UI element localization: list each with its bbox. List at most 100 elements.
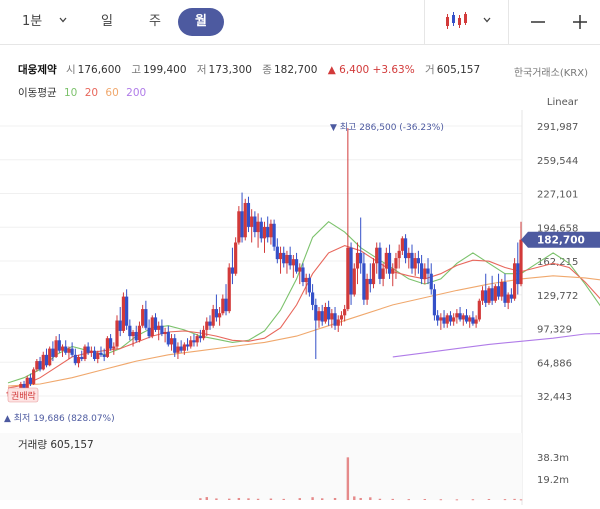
volume-bar xyxy=(519,499,523,501)
candle-body xyxy=(205,321,209,330)
candle-body xyxy=(144,309,148,328)
candle-body xyxy=(131,331,135,337)
candle-body xyxy=(516,263,520,285)
candle-body xyxy=(323,306,328,322)
candle-body xyxy=(375,247,379,264)
candle-body xyxy=(480,290,485,301)
volume-bar xyxy=(269,498,273,500)
volume-bar xyxy=(311,497,314,500)
candle-body xyxy=(153,317,158,330)
volume-bar xyxy=(513,498,516,500)
volume-bar xyxy=(487,498,491,500)
candle-body xyxy=(262,226,267,239)
current-price-label: 182,700 xyxy=(537,235,585,247)
candle-body xyxy=(384,252,388,269)
candle-body xyxy=(378,247,382,279)
candle-body xyxy=(44,354,49,366)
candle-body xyxy=(83,346,87,360)
candle-body xyxy=(118,320,122,331)
volume-tick-label: 38.3m xyxy=(537,453,569,464)
candle-body xyxy=(477,300,481,320)
candle-body xyxy=(128,325,132,337)
candle-body xyxy=(343,309,347,316)
candle-body xyxy=(474,319,478,324)
candle-body xyxy=(256,221,260,233)
y-tick-label: 129,772 xyxy=(537,291,578,302)
candle-body xyxy=(185,344,190,347)
candle-body xyxy=(294,259,299,272)
candle-body xyxy=(352,268,356,295)
candle-body xyxy=(464,315,469,322)
candle-body xyxy=(240,211,244,238)
candle-body xyxy=(452,317,456,322)
candle-body xyxy=(89,350,93,353)
candle-body xyxy=(381,268,385,279)
candle-body xyxy=(272,223,276,247)
candle-body xyxy=(22,383,26,389)
candle-body xyxy=(407,252,411,259)
candle-body xyxy=(410,252,414,269)
candle-body xyxy=(468,317,472,322)
candle-body xyxy=(458,313,462,320)
candle-body xyxy=(455,313,459,318)
candle-body xyxy=(35,361,39,370)
candle-body xyxy=(246,202,251,227)
candle-body xyxy=(439,317,443,321)
candle-body xyxy=(102,354,106,357)
candle-body xyxy=(355,252,360,269)
candle-body xyxy=(387,252,392,274)
candle-body xyxy=(221,298,225,314)
candle-body xyxy=(64,346,68,353)
candle-body xyxy=(349,247,353,295)
candle-body xyxy=(429,273,433,290)
candle-body xyxy=(201,329,206,339)
candle-body xyxy=(230,267,235,274)
candle-body xyxy=(234,242,238,274)
ma-line-20 xyxy=(7,245,600,389)
candle-body xyxy=(96,352,100,360)
volume-bar xyxy=(471,499,475,501)
candle-body xyxy=(423,268,427,279)
volume-title: 거래량 605,157 xyxy=(18,439,94,451)
candle-body xyxy=(176,346,180,353)
volume-bar xyxy=(205,497,208,500)
volume-bar xyxy=(455,499,459,501)
volume-bar xyxy=(228,498,231,500)
min-price-annotation: ▲ 최저 19,686 (828.07%) xyxy=(4,413,115,424)
candle-body xyxy=(288,254,292,266)
candle-body xyxy=(333,313,337,326)
candle-body xyxy=(147,327,151,337)
candle-body xyxy=(304,277,308,283)
candle-body xyxy=(115,320,119,347)
candle-body xyxy=(301,267,305,283)
candle-body xyxy=(413,258,417,269)
candle-body xyxy=(416,258,420,264)
candle-body xyxy=(512,263,517,299)
candle-body xyxy=(67,348,71,353)
candle-body xyxy=(150,317,154,337)
candle-body xyxy=(32,369,36,384)
candle-body xyxy=(125,296,129,326)
y-tick-label: 259,544 xyxy=(537,156,578,167)
candle-body xyxy=(403,238,408,259)
volume-bar xyxy=(378,498,382,500)
candle-body xyxy=(420,263,424,279)
candle-body xyxy=(310,292,315,305)
volume-bar xyxy=(346,457,350,500)
candle-body xyxy=(51,348,55,357)
candle-body xyxy=(250,216,254,227)
candle-body xyxy=(48,348,52,366)
candle-body xyxy=(291,259,295,266)
candle-body xyxy=(471,317,475,324)
price-chart[interactable]: 291,987259,544227,101194,658162,215129,7… xyxy=(0,0,600,509)
candle-body xyxy=(330,313,334,320)
candle-body xyxy=(275,246,279,260)
candle-body xyxy=(163,331,167,335)
candle-body xyxy=(509,294,513,299)
candle-body xyxy=(371,263,376,285)
candle-body xyxy=(173,338,177,353)
candle-body xyxy=(484,290,488,303)
candle-body xyxy=(214,309,219,318)
candle-body xyxy=(41,354,45,370)
volume-bar xyxy=(321,498,324,500)
